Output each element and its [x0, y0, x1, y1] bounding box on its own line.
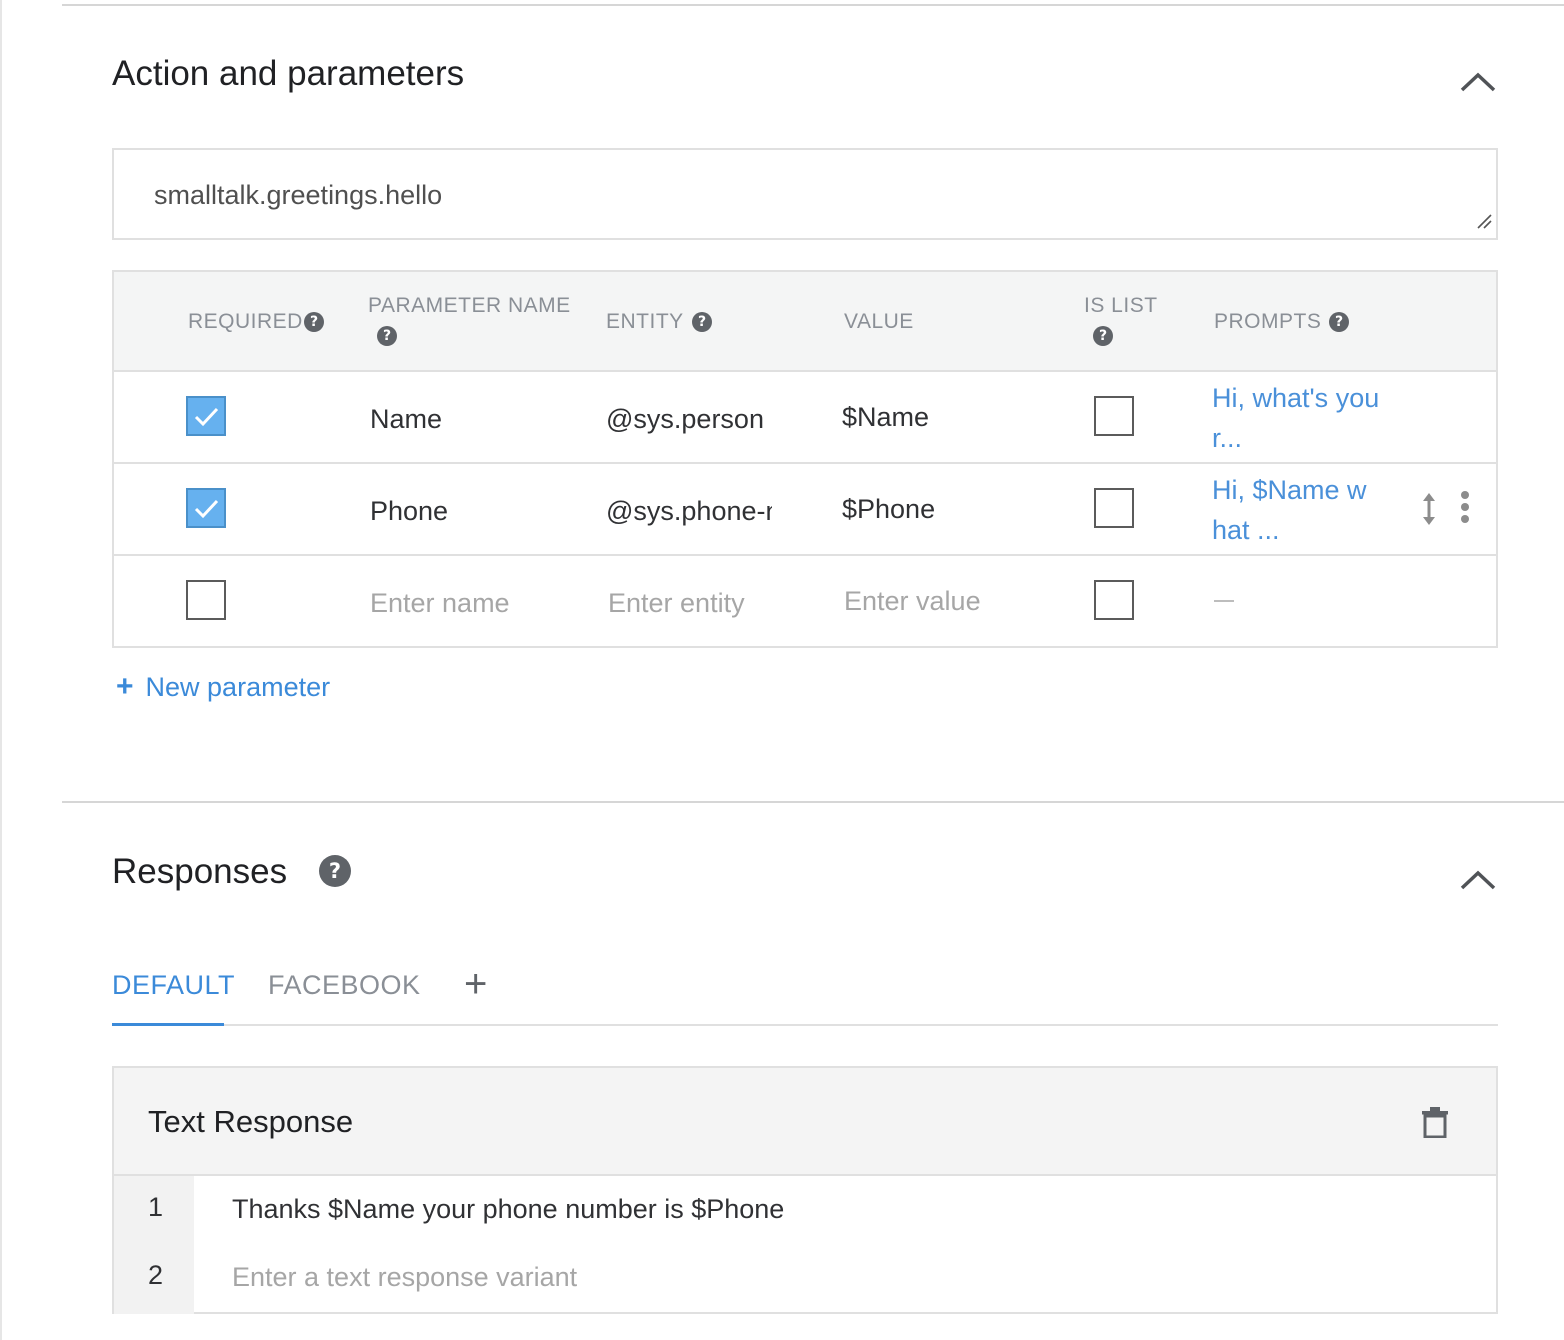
header-prompts: PROMPTS [1214, 310, 1322, 333]
parameter-value-input[interactable]: Enter value [844, 586, 1044, 617]
parameter-name-help-icon[interactable]: ? [377, 326, 397, 346]
response-variant-text[interactable]: Thanks $Name your phone number is $Phone [232, 1194, 784, 1225]
checkmark-icon [194, 499, 219, 519]
header-required: REQUIRED [188, 310, 303, 333]
required-checkbox[interactable] [186, 396, 226, 436]
text-response-header: Text Response [114, 1068, 1496, 1176]
section-divider-middle [62, 801, 1564, 803]
svg-text:?: ? [329, 859, 341, 883]
responses-section-title: Responses [112, 852, 288, 891]
line-number: 1 [148, 1192, 164, 1222]
parameter-row-phone: Phone @sys.phone-number $Phone Hi, $Name… [114, 464, 1496, 556]
action-name-value[interactable]: smalltalk.greetings.hello [154, 180, 442, 211]
drag-reorder-icon[interactable] [1422, 492, 1436, 531]
section-divider-top [62, 4, 1564, 6]
parameter-name-input[interactable]: Enter name [370, 588, 590, 619]
header-value: VALUE [844, 310, 914, 333]
tab-facebook[interactable]: FACEBOOK [268, 970, 421, 1001]
parameter-value[interactable]: $Phone [842, 494, 1042, 525]
response-variant-input[interactable]: Enter a text response variant [232, 1262, 577, 1293]
is-list-checkbox[interactable] [1094, 580, 1134, 620]
parameter-prompt-link[interactable]: Hi, $Name w hat ... [1212, 470, 1402, 550]
plus-icon: + [116, 670, 134, 703]
left-border [0, 0, 2, 1340]
resize-handle-icon[interactable] [1476, 213, 1492, 234]
required-checkbox[interactable] [186, 488, 226, 528]
text-response-card: Text Response 1 Thanks $Name your phone … [112, 1066, 1498, 1314]
action-section-title: Action and parameters [112, 54, 465, 93]
entity-help-icon[interactable]: ? [692, 312, 712, 332]
required-checkbox[interactable] [186, 580, 226, 620]
required-help-icon[interactable]: ? [304, 312, 324, 332]
new-parameter-label: New parameter [145, 672, 331, 702]
tab-default[interactable]: DEFAULT [112, 970, 235, 1001]
line-number: 2 [148, 1260, 164, 1290]
parameters-table: REQUIRED ? PARAMETER NAME ? ENTITY ? VAL… [112, 270, 1498, 648]
is-list-checkbox[interactable] [1094, 488, 1134, 528]
parameter-prompt-link[interactable]: Hi, what's you r... [1212, 378, 1402, 458]
more-options-icon[interactable] [1460, 490, 1470, 529]
prompts-help-icon[interactable]: ? [1329, 312, 1349, 332]
delete-trash-icon[interactable] [1422, 1106, 1448, 1143]
header-entity: ENTITY [606, 310, 684, 333]
parameter-entity-input[interactable]: Enter entity [608, 588, 808, 619]
collapse-action-section-chevron-up-icon[interactable] [1460, 72, 1496, 92]
checkmark-icon [194, 407, 219, 427]
action-name-field[interactable]: smalltalk.greetings.hello [112, 148, 1498, 240]
header-is-list: IS LIST [1084, 294, 1158, 317]
collapse-responses-chevron-up-icon[interactable] [1460, 870, 1496, 890]
parameter-value[interactable]: $Name [842, 402, 1042, 433]
parameter-entity[interactable]: @sys.person [606, 404, 772, 435]
active-tab-indicator [112, 1023, 224, 1026]
parameter-entity[interactable]: @sys.phone-number [606, 496, 772, 527]
parameter-row-new: Enter name Enter entity Enter value [114, 556, 1496, 648]
parameter-row-name: Name @sys.person $Name Hi, what's you r.… [114, 372, 1496, 464]
new-parameter-link[interactable]: + New parameter [116, 670, 330, 704]
text-response-title: Text Response [148, 1104, 354, 1139]
prompt-empty-dash [1214, 600, 1234, 602]
is-list-checkbox[interactable] [1094, 396, 1134, 436]
responses-help-icon[interactable]: ? [318, 854, 352, 893]
parameter-name[interactable]: Name [370, 404, 570, 435]
parameters-table-header: REQUIRED ? PARAMETER NAME ? ENTITY ? VAL… [114, 272, 1496, 372]
header-parameter-name: PARAMETER NAME [368, 294, 571, 317]
add-platform-plus-icon[interactable]: + [464, 962, 487, 1007]
responses-tabs: DEFAULT FACEBOOK + [112, 960, 1498, 1026]
is-list-help-icon[interactable]: ? [1093, 326, 1113, 346]
parameter-name[interactable]: Phone [370, 496, 570, 527]
